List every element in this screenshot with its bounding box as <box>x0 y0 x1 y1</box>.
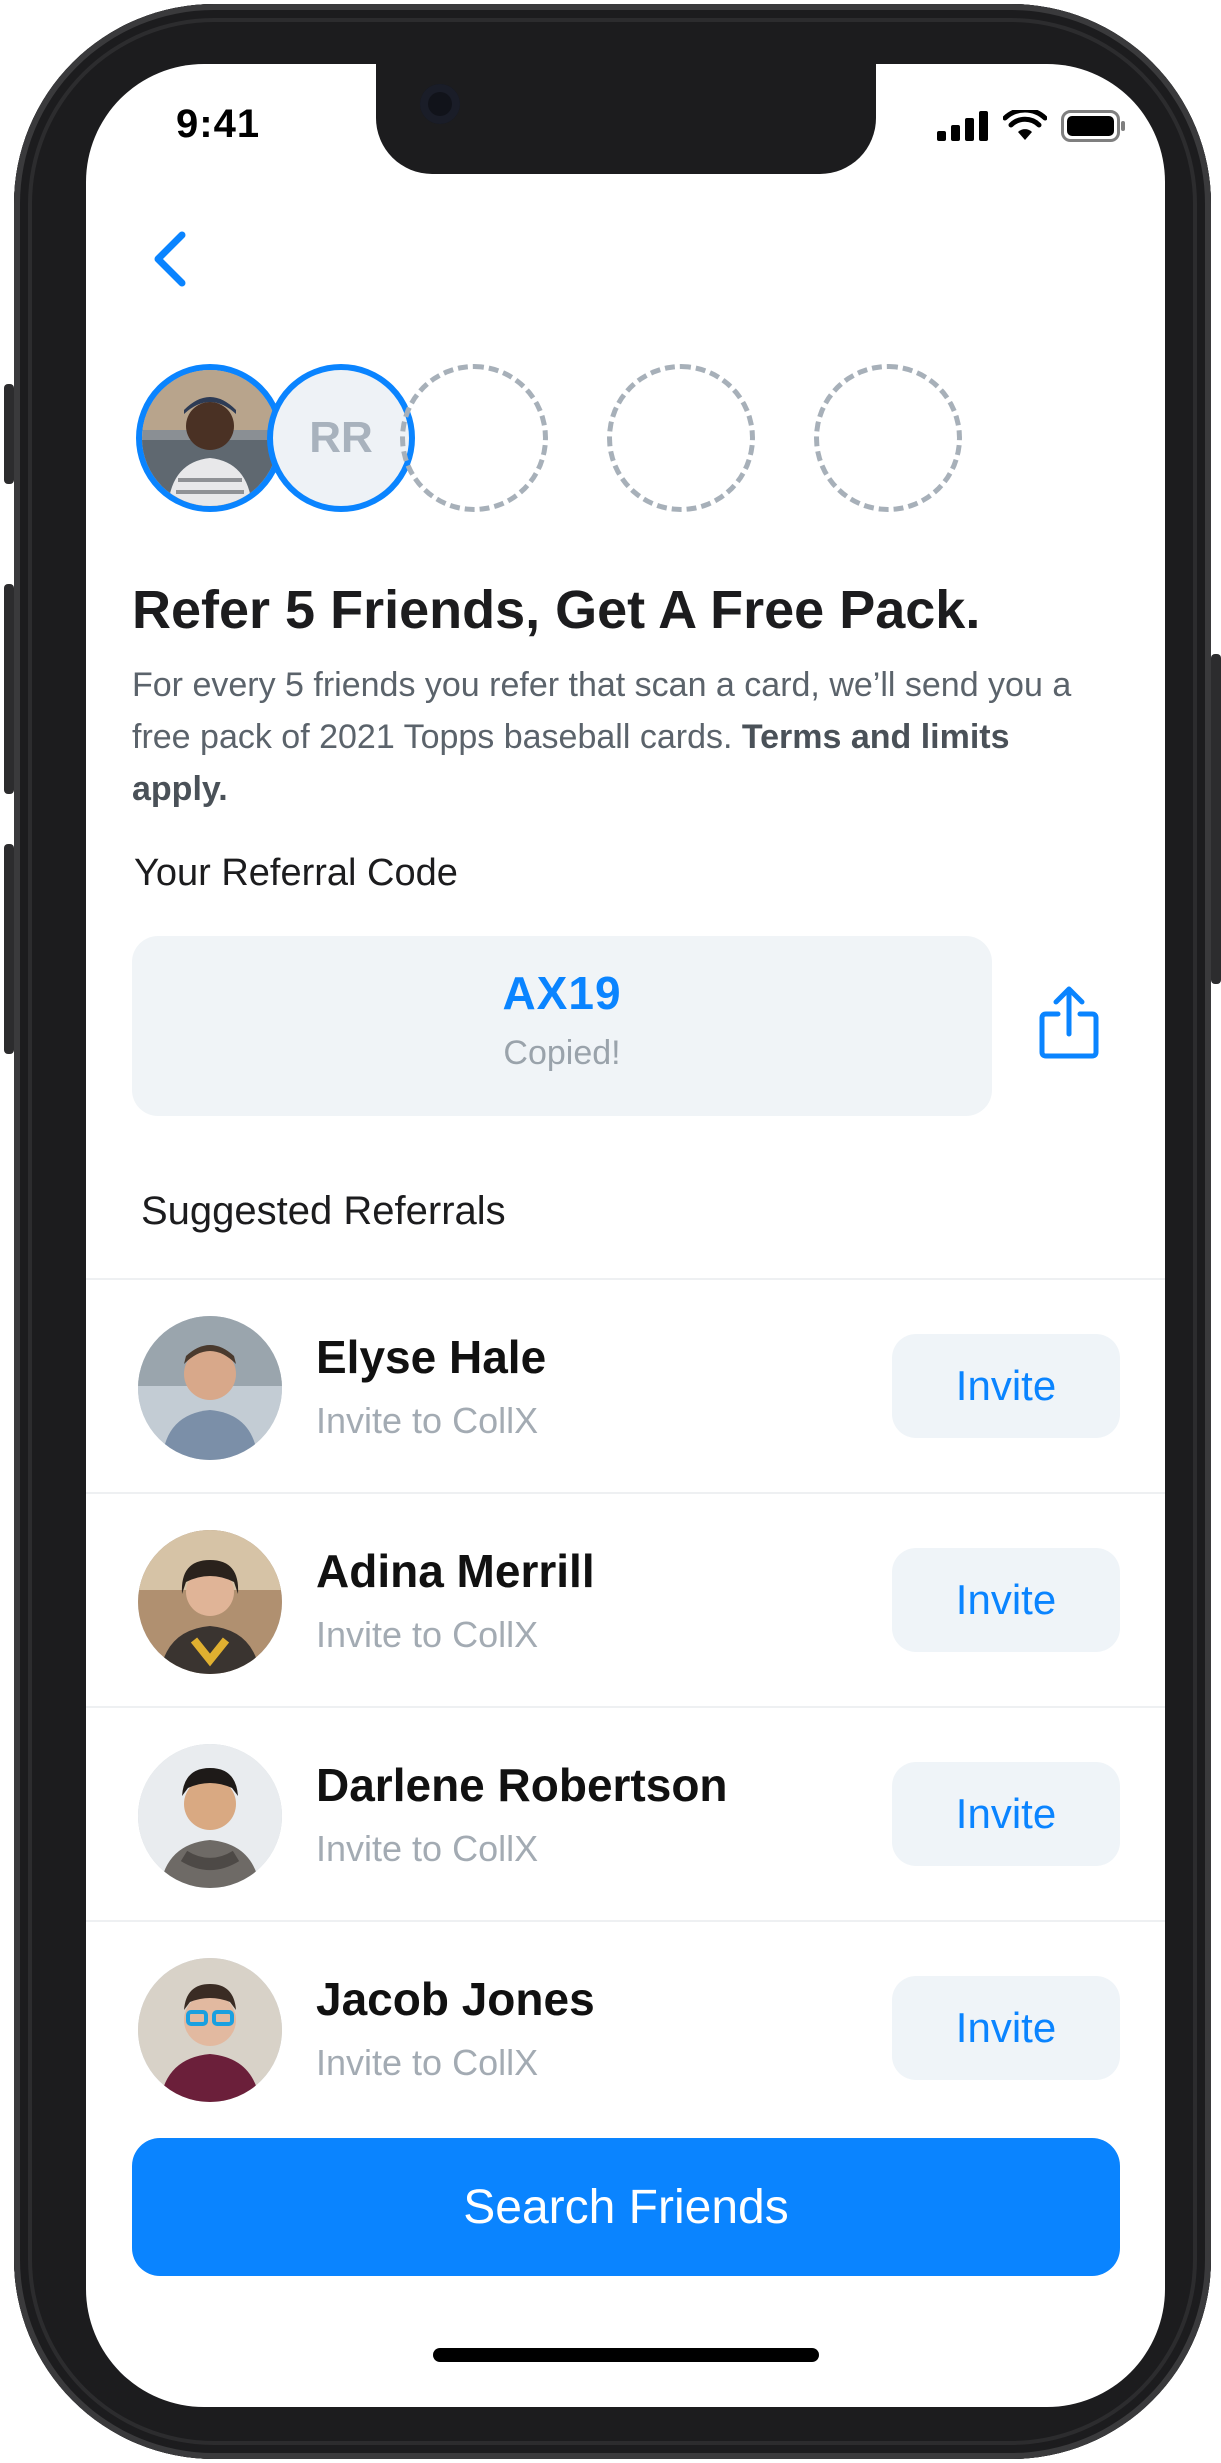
status-icons <box>937 110 1127 142</box>
person-photo-icon <box>142 370 278 506</box>
back-chevron-icon[interactable] <box>146 229 196 289</box>
invite-button[interactable]: Invite <box>892 1334 1120 1438</box>
referral-name: Darlene Robertson <box>316 1759 728 1811</box>
empty-referral-slot <box>607 364 755 512</box>
referral-code-label: Your Referral Code <box>134 852 458 894</box>
home-indicator[interactable] <box>433 2348 819 2362</box>
cellular-signal-icon <box>937 111 988 141</box>
referral-progress: RR <box>136 364 1136 514</box>
referral-name: Elyse Hale <box>316 1331 547 1383</box>
app-screen: 9:41 RR Refer 5 Friends, Get A Free Pack… <box>86 64 1165 2407</box>
power-button <box>1211 654 1221 984</box>
avatar <box>138 1530 282 1674</box>
avatar <box>138 1744 282 1888</box>
referral-subtitle: Invite to CollX <box>316 1828 539 1869</box>
referral-subtitle: Invite to CollX <box>316 2042 539 2083</box>
invite-button[interactable]: Invite <box>892 1762 1120 1866</box>
volume-up-button <box>4 584 14 794</box>
search-friends-button[interactable]: Search Friends <box>132 2138 1120 2276</box>
share-icon[interactable] <box>1036 984 1102 1060</box>
copied-status: Copied! <box>503 1034 621 1072</box>
page-title: Refer 5 Friends, Get A Free Pack. <box>132 580 981 640</box>
initials-label: RR <box>309 413 373 462</box>
person-photo-icon <box>138 1316 282 1460</box>
referral-subtitle: Invite to CollX <box>316 1614 539 1655</box>
referral-subtitle: Invite to CollX <box>316 1400 539 1441</box>
avatar <box>138 1958 282 2102</box>
battery-icon <box>1061 110 1125 142</box>
person-photo-icon <box>138 1744 282 1888</box>
referral-code-value: AX19 <box>502 967 622 1019</box>
referred-user-avatar <box>136 364 284 512</box>
invite-button[interactable]: Invite <box>892 1548 1120 1652</box>
suggested-referrals-list: Elyse Hale Invite to CollX Invite Adina … <box>86 1278 1165 2134</box>
list-item: Adina Merrill Invite to CollX Invite <box>86 1492 1165 1706</box>
referral-code-box[interactable]: AX19 Copied! <box>132 936 992 1116</box>
invite-button[interactable]: Invite <box>892 1976 1120 2080</box>
referral-name: Adina Merrill <box>316 1545 595 1597</box>
status-time: 9:41 <box>176 102 261 146</box>
person-photo-icon <box>138 1958 282 2102</box>
person-photo-icon <box>138 1530 282 1674</box>
empty-referral-slot <box>400 364 548 512</box>
list-item: Darlene Robertson Invite to CollX Invite <box>86 1706 1165 1920</box>
empty-referral-slot <box>814 364 962 512</box>
notch <box>376 64 876 174</box>
phone-frame: 9:41 RR Refer 5 Friends, Get A Free Pack… <box>4 4 1221 2459</box>
mute-switch <box>4 384 14 484</box>
description: For every 5 friends you refer that scan … <box>132 659 1112 815</box>
volume-down-button <box>4 844 14 1054</box>
list-item: Jacob Jones Invite to CollX Invite <box>86 1920 1165 2134</box>
wifi-icon <box>1003 110 1047 140</box>
referral-name: Jacob Jones <box>316 1973 595 2025</box>
list-item: Elyse Hale Invite to CollX Invite <box>86 1278 1165 1492</box>
suggested-referrals-title: Suggested Referrals <box>141 1189 506 1233</box>
avatar <box>138 1316 282 1460</box>
referred-user-initials: RR <box>267 364 415 512</box>
camera-icon <box>420 84 460 124</box>
